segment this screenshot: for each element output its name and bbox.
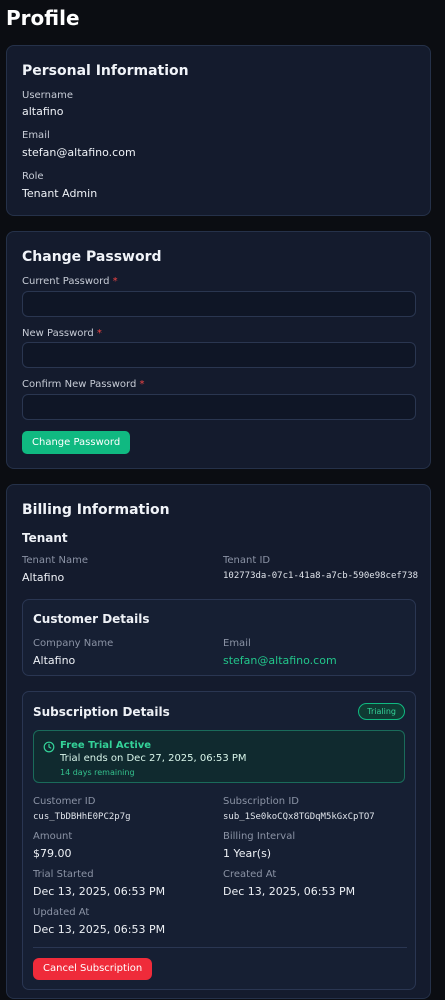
personal-information-card: Personal Information Username altafino E… bbox=[6, 45, 431, 216]
required-mark: * bbox=[96, 328, 102, 339]
customer-email-label: Email bbox=[223, 638, 251, 649]
updated-at-label: Updated At bbox=[33, 907, 90, 918]
customer-details-card: Customer Details Company Name Altafino E… bbox=[22, 599, 416, 676]
divider bbox=[33, 947, 407, 948]
created-at-value: Dec 13, 2025, 06:53 PM bbox=[223, 885, 356, 898]
billing-interval-label: Billing Interval bbox=[223, 831, 296, 842]
tenant-id-value: 102773da-07c1-41a8-a7cb-590e98cef738 bbox=[223, 571, 419, 581]
current-password-label-text: Current Password bbox=[22, 276, 110, 287]
customer-details-title: Customer Details bbox=[33, 612, 150, 626]
required-mark: * bbox=[139, 379, 145, 390]
trial-started-value: Dec 13, 2025, 06:53 PM bbox=[33, 885, 166, 898]
subscription-details-title: Subscription Details bbox=[33, 705, 170, 719]
amount-label: Amount bbox=[33, 831, 73, 842]
updated-at-value: Dec 13, 2025, 06:53 PM bbox=[33, 923, 166, 936]
role-label: Role bbox=[22, 171, 44, 182]
confirm-password-input[interactable] bbox=[22, 394, 416, 420]
trial-title: Free Trial Active bbox=[60, 740, 152, 751]
trial-remaining-text: 14 days remaining bbox=[60, 768, 135, 777]
subscription-details-card: Subscription Details Trialing Free Trial… bbox=[22, 691, 416, 990]
confirm-password-label: Confirm New Password * bbox=[22, 379, 144, 390]
trial-notice: Free Trial Active Trial ends on Dec 27, … bbox=[33, 730, 405, 783]
customer-id-value: cus_TbDBHhE0PC2p7g bbox=[33, 812, 131, 822]
trial-ends-text: Trial ends on Dec 27, 2025, 06:53 PM bbox=[60, 753, 247, 764]
customer-email-link[interactable]: stefan@altafino.com bbox=[223, 654, 337, 667]
current-password-input[interactable] bbox=[22, 291, 416, 317]
role-value: Tenant Admin bbox=[22, 187, 98, 200]
company-name-label: Company Name bbox=[33, 638, 114, 649]
change-password-title: Change Password bbox=[22, 249, 162, 265]
subscription-id-value: sub_1Se0koCQx8TGDqM5kGxCpTO7 bbox=[223, 812, 375, 822]
trial-started-label: Trial Started bbox=[33, 869, 94, 880]
billing-information-title: Billing Information bbox=[22, 502, 170, 518]
tenant-name-value: Altafino bbox=[22, 571, 65, 584]
amount-value: $79.00 bbox=[33, 847, 72, 860]
confirm-password-label-text: Confirm New Password bbox=[22, 379, 137, 390]
username-label: Username bbox=[22, 90, 73, 101]
tenant-id-label: Tenant ID bbox=[223, 555, 271, 566]
change-password-button[interactable]: Change Password bbox=[22, 431, 131, 454]
new-password-input[interactable] bbox=[22, 342, 416, 368]
cancel-subscription-button[interactable]: Cancel Subscription bbox=[33, 958, 153, 980]
personal-information-title: Personal Information bbox=[22, 63, 189, 79]
company-name-value: Altafino bbox=[33, 654, 76, 667]
current-password-label: Current Password * bbox=[22, 276, 118, 287]
email-label: Email bbox=[22, 130, 50, 141]
subscription-id-label: Subscription ID bbox=[223, 796, 299, 807]
billing-information-card: Billing Information Tenant Tenant Name A… bbox=[6, 484, 431, 999]
new-password-label: New Password * bbox=[22, 328, 102, 339]
new-password-label-text: New Password bbox=[22, 328, 94, 339]
email-value: stefan@altafino.com bbox=[22, 146, 136, 159]
created-at-label: Created At bbox=[223, 869, 277, 880]
tenant-heading: Tenant bbox=[22, 531, 68, 545]
status-badge: Trialing bbox=[358, 703, 405, 720]
billing-interval-value: 1 Year(s) bbox=[223, 847, 272, 860]
clock-icon bbox=[43, 741, 55, 753]
change-password-card: Change Password Current Password * New P… bbox=[6, 231, 431, 469]
page-title: Profile bbox=[6, 6, 80, 30]
username-value: altafino bbox=[22, 105, 64, 118]
customer-id-label: Customer ID bbox=[33, 796, 96, 807]
required-mark: * bbox=[112, 276, 118, 287]
tenant-name-label: Tenant Name bbox=[22, 555, 88, 566]
